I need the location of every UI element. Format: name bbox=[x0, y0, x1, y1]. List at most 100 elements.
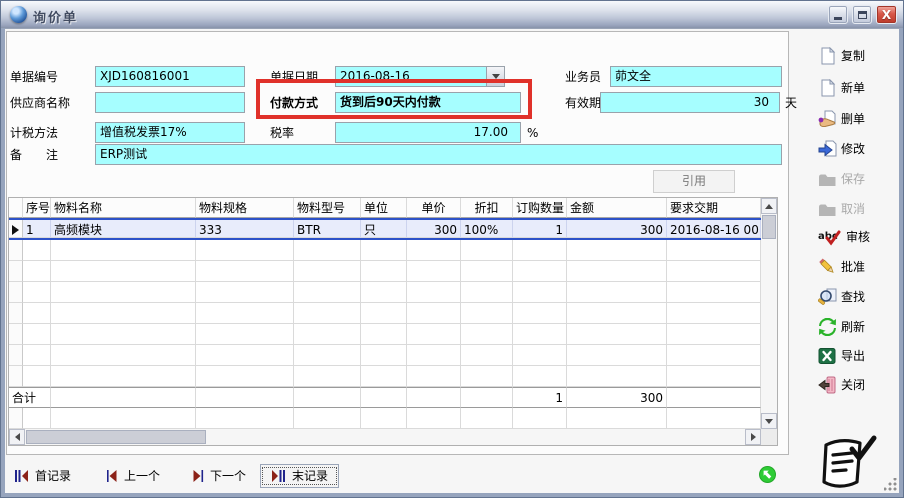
grid-cell[interactable] bbox=[51, 366, 196, 387]
action-delete-doc[interactable]: 删单 bbox=[818, 108, 865, 130]
nav-previous-record[interactable]: 上一个 bbox=[106, 464, 160, 488]
grid-cell[interactable] bbox=[407, 366, 461, 387]
grid-cell[interactable] bbox=[294, 345, 361, 366]
scroll-left-button[interactable] bbox=[9, 429, 25, 445]
remark-field[interactable]: ERP测试 bbox=[95, 144, 782, 165]
grid-cell[interactable] bbox=[196, 261, 294, 282]
grid-cell[interactable]: 300 bbox=[567, 220, 667, 238]
nav-next-record[interactable]: 下一个 bbox=[192, 464, 246, 488]
grid-cell[interactable] bbox=[23, 303, 51, 324]
grid-cell[interactable] bbox=[513, 324, 567, 345]
nav-last-record[interactable]: 末记录 bbox=[260, 464, 339, 488]
grid-cell[interactable] bbox=[513, 240, 567, 261]
grid-column-header[interactable]: 物料型号 bbox=[294, 198, 361, 218]
grid-cell[interactable] bbox=[23, 282, 51, 303]
grid-cell[interactable] bbox=[667, 261, 761, 282]
action-modify-doc[interactable]: 修改 bbox=[818, 138, 865, 160]
grid-cell[interactable] bbox=[461, 366, 513, 387]
salesman-field[interactable]: 茆文全 bbox=[610, 66, 782, 87]
action-audit-abc[interactable]: abc审核 bbox=[818, 226, 870, 248]
grid-cell[interactable]: 1 bbox=[513, 220, 567, 238]
tax-rate-field[interactable]: 17.00 bbox=[335, 122, 521, 143]
close-button[interactable]: X bbox=[876, 5, 897, 24]
empty-row[interactable] bbox=[9, 324, 761, 345]
tax-method-field[interactable]: 增值税发票17% bbox=[95, 122, 245, 143]
grid-column-header[interactable]: 折扣 bbox=[461, 198, 513, 218]
grid-cell[interactable] bbox=[361, 366, 407, 387]
doc-date-dropdown-button[interactable] bbox=[486, 67, 504, 86]
grid-cell[interactable] bbox=[196, 345, 294, 366]
grid-column-header[interactable]: 金额 bbox=[567, 198, 667, 218]
grid-cell[interactable] bbox=[667, 240, 761, 261]
grid-cell[interactable] bbox=[196, 324, 294, 345]
grid-cell[interactable]: 100% bbox=[461, 220, 513, 238]
grid-cell[interactable]: BTR bbox=[294, 220, 361, 238]
grid-cell[interactable] bbox=[513, 366, 567, 387]
grid-cell[interactable] bbox=[51, 345, 196, 366]
grid-cell[interactable] bbox=[667, 282, 761, 303]
grid-cell[interactable] bbox=[667, 303, 761, 324]
grid-cell[interactable] bbox=[51, 261, 196, 282]
scroll-right-button[interactable] bbox=[745, 429, 761, 445]
grid-cell[interactable]: 2016-08-16 00: bbox=[667, 220, 761, 238]
grid-cell[interactable] bbox=[294, 282, 361, 303]
grid-cell[interactable] bbox=[51, 324, 196, 345]
grid-cell[interactable] bbox=[23, 345, 51, 366]
grid-cell[interactable] bbox=[567, 366, 667, 387]
grid-cell[interactable] bbox=[294, 324, 361, 345]
grid-cell[interactable] bbox=[567, 324, 667, 345]
grid-cell[interactable] bbox=[567, 345, 667, 366]
validity-field[interactable]: 30 bbox=[600, 92, 780, 113]
grid-cell[interactable] bbox=[23, 324, 51, 345]
grid-cell[interactable]: 300 bbox=[407, 220, 461, 238]
grid-cell[interactable] bbox=[361, 324, 407, 345]
grid-cell[interactable] bbox=[461, 303, 513, 324]
grid-cell[interactable] bbox=[23, 366, 51, 387]
grid-cell[interactable]: 高频模块 bbox=[51, 220, 196, 238]
grid-column-header[interactable]: 单位 bbox=[361, 198, 407, 218]
grid-cell[interactable] bbox=[294, 261, 361, 282]
grid-cell[interactable] bbox=[461, 240, 513, 261]
grid-column-header[interactable]: 要求交期 bbox=[667, 198, 761, 218]
empty-row[interactable] bbox=[9, 240, 761, 261]
grid-column-header[interactable]: 物料规格 bbox=[196, 198, 294, 218]
grid-cell[interactable] bbox=[294, 366, 361, 387]
grid-cell[interactable] bbox=[51, 282, 196, 303]
grid-cell[interactable] bbox=[667, 324, 761, 345]
action-find-magnifier[interactable]: 查找 bbox=[818, 286, 865, 308]
grid-cell[interactable] bbox=[51, 240, 196, 261]
grid-cell[interactable] bbox=[567, 282, 667, 303]
grid-cell[interactable] bbox=[196, 303, 294, 324]
grid-column-header[interactable]: 物料名称 bbox=[51, 198, 196, 218]
grid-cell[interactable] bbox=[567, 261, 667, 282]
grid-cell[interactable] bbox=[461, 282, 513, 303]
grid-column-header[interactable]: 序号 bbox=[23, 198, 51, 218]
grid-cell[interactable] bbox=[51, 303, 196, 324]
grid-column-header[interactable]: 单价 bbox=[407, 198, 461, 218]
grid-cell[interactable] bbox=[361, 345, 407, 366]
grid-cell[interactable] bbox=[407, 240, 461, 261]
grid-cell[interactable] bbox=[361, 303, 407, 324]
grid-cell[interactable] bbox=[294, 303, 361, 324]
empty-row[interactable] bbox=[9, 345, 761, 366]
grid-cell[interactable] bbox=[407, 345, 461, 366]
empty-row[interactable] bbox=[9, 261, 761, 282]
grid-cell[interactable] bbox=[513, 282, 567, 303]
grid-cell[interactable] bbox=[513, 261, 567, 282]
empty-row[interactable] bbox=[9, 366, 761, 387]
grid-cell[interactable] bbox=[667, 366, 761, 387]
supplier-field[interactable] bbox=[95, 92, 245, 113]
grid-cell[interactable] bbox=[361, 261, 407, 282]
maximize-button[interactable] bbox=[852, 5, 872, 24]
grid-cell[interactable] bbox=[567, 303, 667, 324]
grid-cell[interactable] bbox=[667, 345, 761, 366]
grid-column-header[interactable]: 订购数量 bbox=[513, 198, 567, 218]
horizontal-scroll-thumb[interactable] bbox=[26, 430, 206, 444]
grid-cell[interactable] bbox=[361, 282, 407, 303]
doc-date-dropdown[interactable]: 2016-08-16 bbox=[335, 66, 505, 87]
grid-cell[interactable] bbox=[294, 240, 361, 261]
resize-grip[interactable] bbox=[884, 478, 898, 492]
grid-cell[interactable] bbox=[23, 240, 51, 261]
grid-cell[interactable] bbox=[513, 345, 567, 366]
grid-cell[interactable] bbox=[461, 345, 513, 366]
